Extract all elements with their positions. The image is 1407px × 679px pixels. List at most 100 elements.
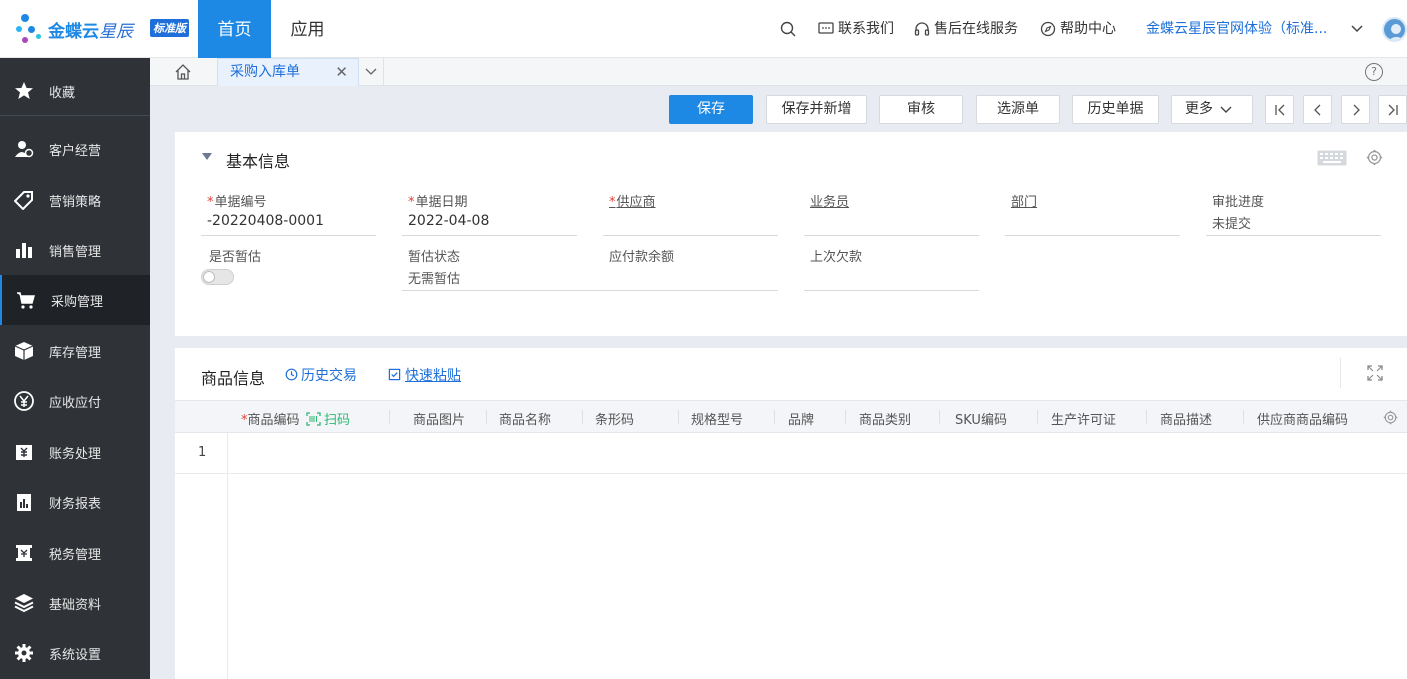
sidebar-item-accounting[interactable]: 账务处理 <box>0 427 150 477</box>
paste-icon <box>388 368 401 381</box>
sidebar-item-settings[interactable]: 系统设置 <box>0 628 150 678</box>
is-estimate-label: 是否暂估 <box>209 250 262 265</box>
col-header-product-code: *商品编码 <box>241 413 300 428</box>
divider <box>1340 358 1341 388</box>
col-header-product-name: 商品名称 <box>499 413 552 428</box>
next-record-button[interactable] <box>1341 95 1370 124</box>
sidebar-item-favorites[interactable]: 收藏 <box>0 66 150 116</box>
sidebar-item-label: 账务处理 <box>49 447 102 462</box>
chevron-down-icon <box>1351 25 1363 33</box>
avatar[interactable] <box>1382 17 1407 42</box>
layers-icon <box>14 594 34 613</box>
first-record-button[interactable] <box>1265 95 1294 124</box>
doc-number-value: -20220408-0001 <box>207 213 324 229</box>
logo-icon <box>16 12 48 46</box>
chevron-down-icon <box>365 68 377 75</box>
is-estimate-toggle[interactable] <box>201 269 234 285</box>
payable-balance-label: 应付款余额 <box>609 250 675 265</box>
more-button[interactable]: 更多 <box>1171 95 1253 124</box>
audit-button[interactable]: 审核 <box>879 95 963 124</box>
avatar-icon <box>1389 24 1404 40</box>
tab-list-dropdown[interactable] <box>359 58 384 86</box>
sidebar-item-receivable-payable[interactable]: 应收应付 <box>0 376 150 426</box>
col-header-description: 商品描述 <box>1160 413 1213 428</box>
headset-icon <box>914 22 930 36</box>
col-header-supplier-code: 供应商商品编码 <box>1257 413 1349 428</box>
account-dropdown[interactable] <box>1350 0 1364 58</box>
table-row[interactable]: 1 <box>175 433 1407 474</box>
tab-strip: 采购入库单 ✕ ? <box>150 58 1407 86</box>
sidebar-item-master-data[interactable]: 基础资料 <box>0 578 150 628</box>
first-icon <box>1275 104 1285 116</box>
basic-info-title: 基本信息 <box>226 152 291 171</box>
sidebar-item-purchase[interactable]: 采购管理 <box>0 275 150 325</box>
scan-icon <box>306 412 321 426</box>
sidebar-item-label: 应收应付 <box>49 396 102 411</box>
customer-icon <box>15 141 34 158</box>
sidebar-item-inventory[interactable]: 库存管理 <box>0 326 150 376</box>
history-docs-button[interactable]: 历史单据 <box>1072 95 1159 124</box>
clock-icon <box>285 368 298 381</box>
support-link[interactable]: 售后在线服务 <box>914 0 1018 58</box>
sidebar-item-sales[interactable]: 销售管理 <box>0 225 150 275</box>
last-record-button[interactable] <box>1378 95 1407 124</box>
sidebar-item-label: 采购管理 <box>51 295 104 310</box>
sidebar: 收藏 客户经营 营销策略 销售管理 采购管理 库存管理 应收应付 账务处理 财务… <box>0 58 150 679</box>
search-icon <box>780 21 796 37</box>
star-icon <box>15 82 33 99</box>
basic-info-card: 基本信息 *单据编号 -20220408-0001 *单据日期 2022-04-… <box>175 132 1407 336</box>
search-button[interactable] <box>780 0 800 58</box>
history-trade-link[interactable]: 历史交易 <box>285 365 357 385</box>
col-header-brand: 品牌 <box>788 413 815 428</box>
quick-paste-label: 快速粘贴 <box>405 368 461 384</box>
sidebar-item-marketing[interactable]: 营销策略 <box>0 175 150 225</box>
close-icon[interactable]: ✕ <box>335 59 348 85</box>
help-center-label: 帮助中心 <box>1060 21 1116 37</box>
sidebar-item-tax[interactable]: 税务管理 <box>0 528 150 578</box>
nav-home[interactable]: 首页 <box>198 0 271 58</box>
help-icon[interactable]: ? <box>1365 63 1383 81</box>
department-label[interactable]: 部门 <box>1011 191 1037 210</box>
collapse-icon[interactable] <box>202 153 212 160</box>
col-header-sku: SKU编码 <box>955 413 1007 428</box>
scan-button[interactable]: 扫码 <box>306 409 350 428</box>
scan-label: 扫码 <box>324 413 351 428</box>
bar-chart-icon <box>16 243 32 258</box>
sidebar-item-label: 基础资料 <box>49 598 102 613</box>
select-source-button[interactable]: 选源单 <box>976 95 1060 124</box>
column-settings-icon[interactable] <box>1383 410 1398 425</box>
tab-purchase-receipt[interactable]: 采购入库单 ✕ <box>217 58 359 86</box>
sidebar-item-label: 销售管理 <box>49 245 102 260</box>
doc-number-label: *单据编号 <box>207 195 267 210</box>
keyboard-icon[interactable] <box>1317 150 1347 166</box>
supplier-label[interactable]: *供应商 <box>609 191 656 210</box>
salesman-label[interactable]: 业务员 <box>810 191 849 210</box>
previous-record-button[interactable] <box>1303 95 1332 124</box>
estimate-status-value: 无需暂估 <box>408 272 461 287</box>
fullscreen-icon[interactable] <box>1367 365 1383 381</box>
col-header-category: 商品类别 <box>859 413 912 428</box>
account-name[interactable]: 金蝶云星辰官网体验（标准... <box>1146 0 1334 58</box>
nav-apps[interactable]: 应用 <box>271 0 344 58</box>
save-button[interactable]: 保存 <box>669 95 753 124</box>
settings-icon[interactable] <box>1366 149 1383 166</box>
contact-link[interactable]: 联系我们 <box>818 0 894 58</box>
chevron-left-icon <box>1314 104 1321 116</box>
sidebar-item-label: 客户经营 <box>49 144 102 159</box>
report-icon <box>17 494 31 511</box>
top-bar: 金蝶云星辰 标准版 首页 应用 联系我们 售后在线服务 帮助中心 金蝶云星辰官网… <box>0 0 1407 58</box>
last-debt-label: 上次欠款 <box>810 250 863 265</box>
message-icon <box>818 22 834 34</box>
col-header-product-image: 商品图片 <box>413 413 466 428</box>
box-icon <box>14 342 34 360</box>
product-info-title: 商品信息 <box>201 369 266 388</box>
quick-paste-link[interactable]: 快速粘贴 <box>388 365 461 385</box>
tab-home[interactable] <box>150 58 217 86</box>
brand-logo[interactable]: 金蝶云星辰 标准版 <box>16 10 196 48</box>
save-and-new-button[interactable]: 保存并新增 <box>766 95 867 124</box>
doc-date-value: 2022-04-08 <box>408 213 490 229</box>
sidebar-item-customer[interactable]: 客户经营 <box>0 124 150 174</box>
sidebar-item-financial-report[interactable]: 财务报表 <box>0 477 150 527</box>
help-center-link[interactable]: 帮助中心 <box>1040 0 1116 58</box>
last-icon <box>1388 104 1398 116</box>
